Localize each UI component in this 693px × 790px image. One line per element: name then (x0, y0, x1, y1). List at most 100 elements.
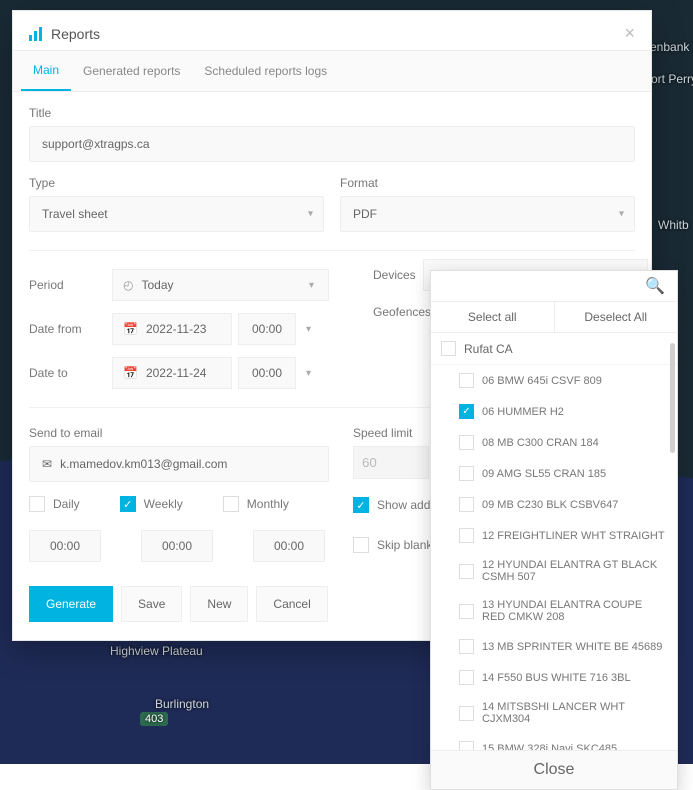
device-item[interactable]: 13 HYUNDAI ELANTRA COUPE RED CMKW 208 (431, 591, 677, 631)
dropdown-close-button[interactable]: Close (431, 750, 677, 789)
cancel-button[interactable]: Cancel (256, 586, 327, 622)
envelope-icon: ✉ (42, 457, 52, 471)
device-item-label: 06 HUMMER H2 (482, 406, 564, 418)
monthly-checkbox[interactable]: Monthly (223, 496, 289, 512)
device-item-label: 14 MITSBSHI LANCER WHT CJXM304 (482, 701, 667, 725)
device-item[interactable]: 09 AMG SL55 CRAN 185 (431, 458, 677, 489)
map-area-highview: Highview Plateau (110, 644, 203, 658)
type-select[interactable]: Travel sheet ▾ (29, 196, 324, 232)
checkbox-icon (459, 373, 474, 388)
device-item[interactable]: 15 BMW 328i Navi SKC485 (431, 733, 677, 750)
date-to-value: 2022-11-24 (146, 366, 221, 380)
checkbox-icon (459, 639, 474, 654)
tab-scheduled[interactable]: Scheduled reports logs (192, 51, 339, 91)
date-to-label: Date to (29, 366, 112, 380)
scrollbar-thumb[interactable] (670, 365, 675, 453)
device-item-label: 12 FREIGHTLINER WHT STRAIGHT (482, 530, 665, 542)
device-item-label: 09 AMG SL55 CRAN 185 (482, 468, 606, 480)
format-value: PDF (353, 207, 377, 221)
date-from-input[interactable]: 📅 2022-11-23 (112, 313, 232, 345)
chevron-down-icon: ▾ (308, 209, 313, 220)
format-select[interactable]: PDF ▾ (340, 196, 635, 232)
device-item[interactable]: ✓ 06 HUMMER H2 (431, 396, 677, 427)
time-1[interactable]: 00:00 (29, 530, 101, 562)
weekly-checkbox[interactable]: ✓Weekly (120, 496, 183, 512)
device-item[interactable]: 12 FREIGHTLINER WHT STRAIGHT (431, 520, 677, 551)
chevron-down-icon[interactable]: ▾ (302, 324, 315, 335)
device-item[interactable]: 08 MB C300 CRAN 184 (431, 427, 677, 458)
search-icon: 🔍 (645, 276, 665, 296)
modal-title: Reports (51, 26, 624, 42)
device-item-label: 13 MB SPRINTER WHITE BE 45689 (482, 641, 662, 653)
date-from-label: Date from (29, 322, 112, 336)
device-search[interactable]: 🔍 (431, 271, 677, 302)
device-group-row[interactable]: Rufat CA (431, 333, 677, 365)
checkbox-icon: ✓ (459, 404, 474, 419)
new-button[interactable]: New (190, 586, 248, 622)
calendar-icon: 📅 (123, 322, 138, 336)
save-button[interactable]: Save (121, 586, 182, 622)
checkbox-icon (459, 564, 474, 579)
device-list[interactable]: 06 BMW 645i CSVF 809 ✓ 06 HUMMER H2 08 MB C… (431, 365, 677, 750)
device-item-label: 13 HYUNDAI ELANTRA COUPE RED CMKW 208 (482, 599, 667, 623)
device-item[interactable]: 12 HYUNDAI ELANTRA GT BLACK CSMH 507 (431, 551, 677, 591)
daily-label: Daily (53, 497, 80, 511)
weekly-label: Weekly (144, 497, 183, 511)
chevron-down-icon: ▾ (619, 209, 624, 220)
date-to-time[interactable]: 00:00 (238, 357, 296, 389)
chevron-down-icon: ▾ (305, 280, 318, 291)
generate-button[interactable]: Generate (29, 586, 113, 622)
period-label: Period (29, 278, 112, 292)
type-label: Type (29, 176, 324, 190)
clock-icon: ◴ (123, 278, 133, 292)
period-value: Today (141, 278, 296, 292)
checkbox-icon (459, 528, 474, 543)
checkbox-icon (459, 670, 474, 685)
time-3[interactable]: 00:00 (253, 530, 325, 562)
checkbox-icon (459, 741, 474, 750)
date-from-time[interactable]: 00:00 (238, 313, 296, 345)
period-select[interactable]: ◴ Today ▾ (112, 269, 329, 301)
title-input[interactable] (29, 126, 635, 162)
calendar-icon: 📅 (123, 366, 138, 380)
device-item[interactable]: 06 BMW 645i CSVF 809 (431, 365, 677, 396)
chevron-down-icon[interactable]: ▾ (302, 368, 315, 379)
close-icon[interactable]: × (624, 23, 635, 44)
format-label: Format (340, 176, 635, 190)
tab-main[interactable]: Main (21, 51, 71, 91)
checkbox-icon (459, 706, 474, 721)
date-to-input[interactable]: 📅 2022-11-24 (112, 357, 232, 389)
tab-generated[interactable]: Generated reports (71, 51, 192, 91)
reports-icon (29, 27, 43, 41)
map-city-whitby: Whitb (658, 218, 689, 232)
device-item-label: 12 HYUNDAI ELANTRA GT BLACK CSMH 507 (482, 559, 667, 583)
device-item[interactable]: 13 MB SPRINTER WHITE BE 45689 (431, 631, 677, 662)
time-2[interactable]: 00:00 (141, 530, 213, 562)
device-item[interactable]: 14 MITSBSHI LANCER WHT CJXM304 (431, 693, 677, 733)
checkbox-icon (459, 604, 474, 619)
devices-dropdown: 🔍 Select all Deselect All Rufat CA 06 BM… (430, 270, 678, 790)
devices-label: Devices (373, 268, 423, 282)
type-value: Travel sheet (42, 207, 108, 221)
device-item-label: 09 MB C230 BLK CSBV647 (482, 499, 618, 511)
email-label: Send to email (29, 426, 329, 440)
device-item[interactable]: 09 MB C230 BLK CSBV647 (431, 489, 677, 520)
map-city-burlington: Burlington (155, 697, 209, 711)
device-item-label: 15 BMW 328i Navi SKC485 (482, 743, 617, 751)
date-from-value: 2022-11-23 (146, 322, 221, 336)
deselect-all-button[interactable]: Deselect All (555, 302, 678, 332)
device-item-label: 14 F550 BUS WHITE 716 3BL (482, 672, 631, 684)
title-label: Title (29, 106, 635, 120)
device-item-label: 08 MB C300 CRAN 184 (482, 437, 599, 449)
checkbox-icon (459, 497, 474, 512)
monthly-label: Monthly (247, 497, 289, 511)
checkbox-icon (459, 435, 474, 450)
map-highway-403: 403 (140, 712, 168, 726)
email-input[interactable] (60, 457, 316, 471)
daily-checkbox[interactable]: Daily (29, 496, 80, 512)
device-item[interactable]: 14 F550 BUS WHITE 716 3BL (431, 662, 677, 693)
device-group-label: Rufat CA (464, 342, 513, 356)
speed-input[interactable] (353, 446, 429, 479)
checkbox-icon (459, 466, 474, 481)
select-all-button[interactable]: Select all (431, 302, 555, 332)
